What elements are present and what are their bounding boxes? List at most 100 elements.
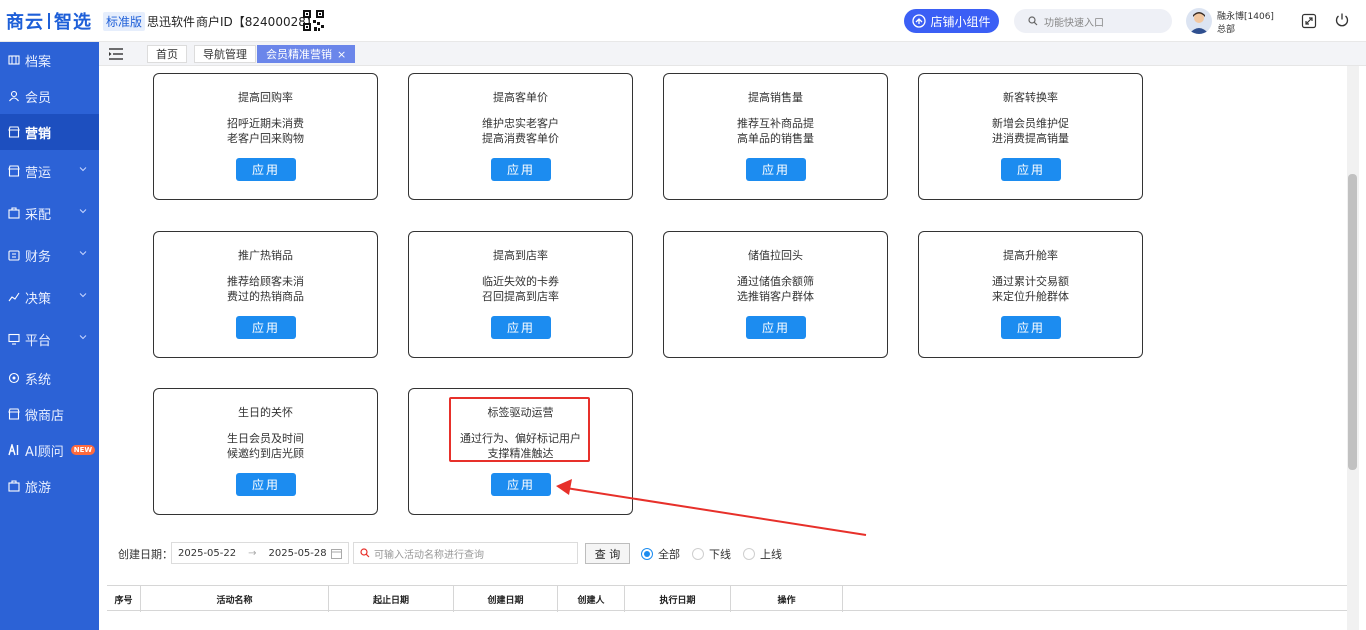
top-bar: 商云 智选 标准版 思迅软件 商户ID【82400028】 店铺小组件 功能快速… [0,0,1366,42]
power-icon[interactable] [1334,12,1350,28]
radio-offline-label: 下线 [709,548,731,561]
package-icon [8,207,20,219]
card-desc-line: 招呼近期未消费 [227,117,304,130]
card-desc: 临近失效的卡券 召回提高到店率 [409,274,632,304]
activity-search-input[interactable]: 可输入活动名称进行查询 [353,542,578,564]
card-desc: 新增会员维护促 进消费提高销量 [919,116,1142,146]
tab-bar: 首页 导航管理 会员精准营销 × [99,42,1366,66]
sidebar-item-label: 营运 [25,165,52,181]
card-desc-line: 通过储值余额筛 [737,275,814,288]
chevron-down-icon [79,335,87,340]
radio-offline[interactable]: 下线 [692,546,731,562]
radio-all[interactable]: 全部 [641,546,680,562]
annotation-arrow-icon [556,479,867,536]
sidebar-item-travel[interactable]: 旅游 [0,468,99,504]
column-header[interactable]: 活动名称 [141,586,329,612]
store-icon [8,165,20,177]
app-logo[interactable]: 商云 智选 [6,9,92,33]
apply-button[interactable]: 应用 [1001,158,1061,181]
sidebar-item-decision[interactable]: 决策 [0,279,99,315]
sidebar-item-finance[interactable]: 财务 [0,237,99,273]
strategy-card: 提高销售量 推荐互补商品提 高单品的销售量 应用 [663,73,888,200]
apply-button[interactable]: 应用 [746,158,806,181]
logo-left-text: 商云 [6,12,44,33]
date-range-picker[interactable]: 2025-05-22 → 2025-05-28 [171,542,349,564]
card-title: 提高升舱率 [1003,249,1058,262]
user-icon [9,90,19,102]
sidebar-item-label: AI顾问 [25,444,64,460]
apply-button[interactable]: 应用 [746,316,806,339]
activity-search-placeholder: 可输入活动名称进行查询 [374,549,484,561]
tab-label: 会员精准营销 [266,48,332,61]
sidebar-item-archive[interactable]: 档案 [0,42,99,78]
wallet-icon [8,250,20,261]
sidebar-item-procurement[interactable]: 采配 [0,195,99,231]
column-header[interactable]: 执行日期 [625,586,731,612]
sidebar-item-system[interactable]: 系统 [0,360,99,396]
shop-widget-button[interactable]: 店铺小组件 [904,9,999,33]
tab-home[interactable]: 首页 [147,45,187,63]
column-header[interactable]: 创建人 [558,586,625,612]
user-name[interactable]: 融永博[1406] [1217,9,1274,22]
tab-member-marketing[interactable]: 会员精准营销 × [257,45,356,63]
chart-icon [8,292,20,302]
column-header[interactable]: 序号 [107,586,141,612]
start-date[interactable]: 2025-05-22 [178,548,236,559]
apply-button[interactable]: 应用 [491,158,551,181]
sidebar-item-label: 系统 [25,372,52,388]
sidebar-item-label: 采配 [25,207,52,223]
card-title: 推广热销品 [238,249,293,262]
shop-icon [8,126,20,138]
scrollbar-thumb[interactable] [1348,174,1357,470]
card-desc: 通过储值余额筛 选推销客户群体 [664,274,887,304]
card-title: 提高到店率 [493,249,548,262]
card-desc-line: 提高消费客单价 [482,132,559,145]
sidebar-item-label: 会员 [25,90,52,106]
radio-offline-dot[interactable] [692,548,704,560]
apply-button[interactable]: 应用 [1001,316,1061,339]
apply-button[interactable]: 应用 [236,473,296,496]
card-desc: 生日会员及时间 候邀约到店光顾 [154,431,377,461]
sidebar-item-label: 决策 [25,291,52,307]
search-icon [1028,16,1038,26]
sidebar-item-marketing[interactable]: 营销 [0,114,99,150]
column-header[interactable]: 操作 [731,586,843,612]
radio-all-dot[interactable] [641,548,653,560]
sidebar-item-operation[interactable]: 营运 [0,153,99,189]
strategy-card: 生日的关怀 生日会员及时间 候邀约到店光顾 应用 [153,388,378,515]
qr-code-icon[interactable] [303,10,324,31]
card-desc-line: 通过累计交易额 [992,275,1069,288]
range-arrow: → [248,547,257,559]
close-icon[interactable]: × [337,48,346,61]
tab-label: 导航管理 [203,48,247,61]
card-desc-line: 生日会员及时间 [227,432,304,445]
card-desc-line: 候邀约到店光顾 [227,447,304,460]
create-date-label: 创建日期： [118,548,173,561]
end-date[interactable]: 2025-05-28 [269,548,327,559]
sidebar-item-member[interactable]: 会员 [0,78,99,114]
radio-online-dot[interactable] [743,548,755,560]
column-header[interactable]: 起止日期 [329,586,454,612]
apply-button[interactable]: 应用 [491,316,551,339]
apply-button[interactable]: 应用 [236,158,296,181]
calendar-icon [331,549,342,559]
sidebar-item-ai-advisor[interactable]: AI顾问 NEW [0,432,99,468]
radio-online[interactable]: 上线 [743,546,782,562]
column-header[interactable]: 创建日期 [454,586,558,612]
menu-toggle-icon[interactable] [108,46,124,62]
sidebar-item-micro-store[interactable]: 微商店 [0,396,99,432]
apply-button[interactable]: 应用 [491,473,551,496]
card-title: 新客转换率 [1003,91,1058,104]
ai-icon [8,444,19,456]
sidebar-item-platform[interactable]: 平台 [0,321,99,357]
query-button[interactable]: 查 询 [585,543,630,564]
quick-entry-search[interactable]: 功能快速入口 [1014,9,1172,33]
fullscreen-icon[interactable] [1301,13,1317,29]
card-desc-line: 费过的热销商品 [227,290,304,303]
card-desc-line: 高单品的销售量 [737,132,814,145]
card-title: 提高客单价 [493,91,548,104]
search-icon [360,548,370,558]
tab-navigation[interactable]: 导航管理 [194,45,256,63]
apply-button[interactable]: 应用 [236,316,296,339]
user-avatar[interactable] [1186,8,1212,34]
